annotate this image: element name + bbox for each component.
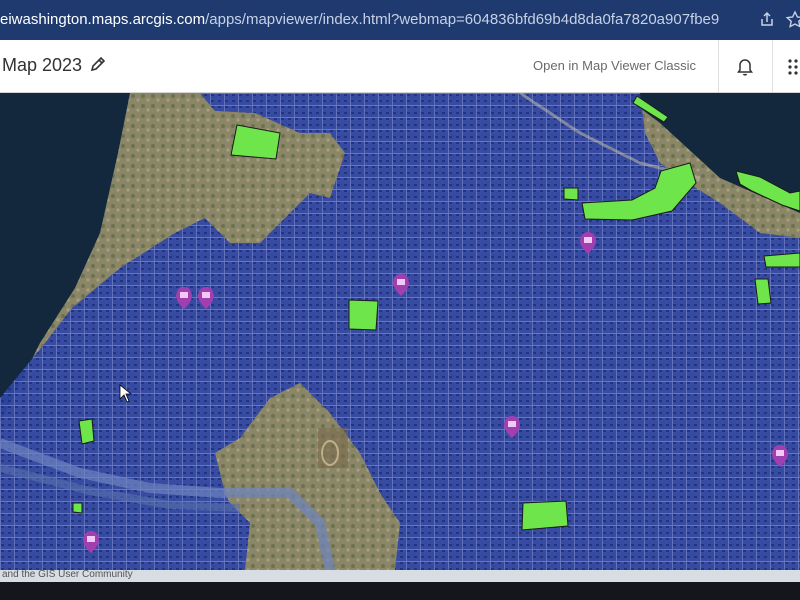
browser-address-bar[interactable]: eiwashington.maps.arcgis.com/apps/mapvie… bbox=[0, 0, 800, 40]
edit-pencil-icon[interactable] bbox=[88, 54, 108, 74]
attribution-text: and the GIS User Community bbox=[2, 569, 133, 580]
map-attribution: and the GIS User Community bbox=[0, 569, 800, 582]
green-parcel bbox=[563, 187, 579, 201]
url-host: eiwashington.maps.arcgis.com bbox=[0, 11, 206, 28]
map-viewer-header: Map 2023 Open in Map Viewer Classic bbox=[0, 40, 800, 93]
share-icon[interactable] bbox=[756, 9, 778, 31]
open-classic-link[interactable]: Open in Map Viewer Classic bbox=[533, 58, 696, 73]
url-path: /apps/mapviewer/index.html?webmap=604836… bbox=[205, 11, 720, 28]
map-svg bbox=[0, 93, 800, 570]
green-parcel bbox=[521, 500, 569, 531]
green-parcel bbox=[78, 418, 95, 445]
notifications-bell-icon[interactable] bbox=[734, 55, 756, 77]
map-canvas[interactable] bbox=[0, 93, 800, 570]
green-parcel bbox=[348, 299, 379, 331]
app-launcher-grid-icon[interactable] bbox=[784, 56, 800, 78]
green-parcel bbox=[754, 278, 772, 305]
green-parcel bbox=[72, 502, 83, 514]
bottom-strip bbox=[0, 582, 800, 600]
green-parcel bbox=[763, 252, 800, 268]
header-divider bbox=[772, 40, 773, 92]
map-title[interactable]: Map 2023 bbox=[2, 55, 82, 76]
header-divider bbox=[718, 40, 719, 92]
url-text[interactable]: eiwashington.maps.arcgis.com/apps/mapvie… bbox=[0, 11, 719, 28]
favorite-star-icon[interactable] bbox=[784, 9, 800, 31]
